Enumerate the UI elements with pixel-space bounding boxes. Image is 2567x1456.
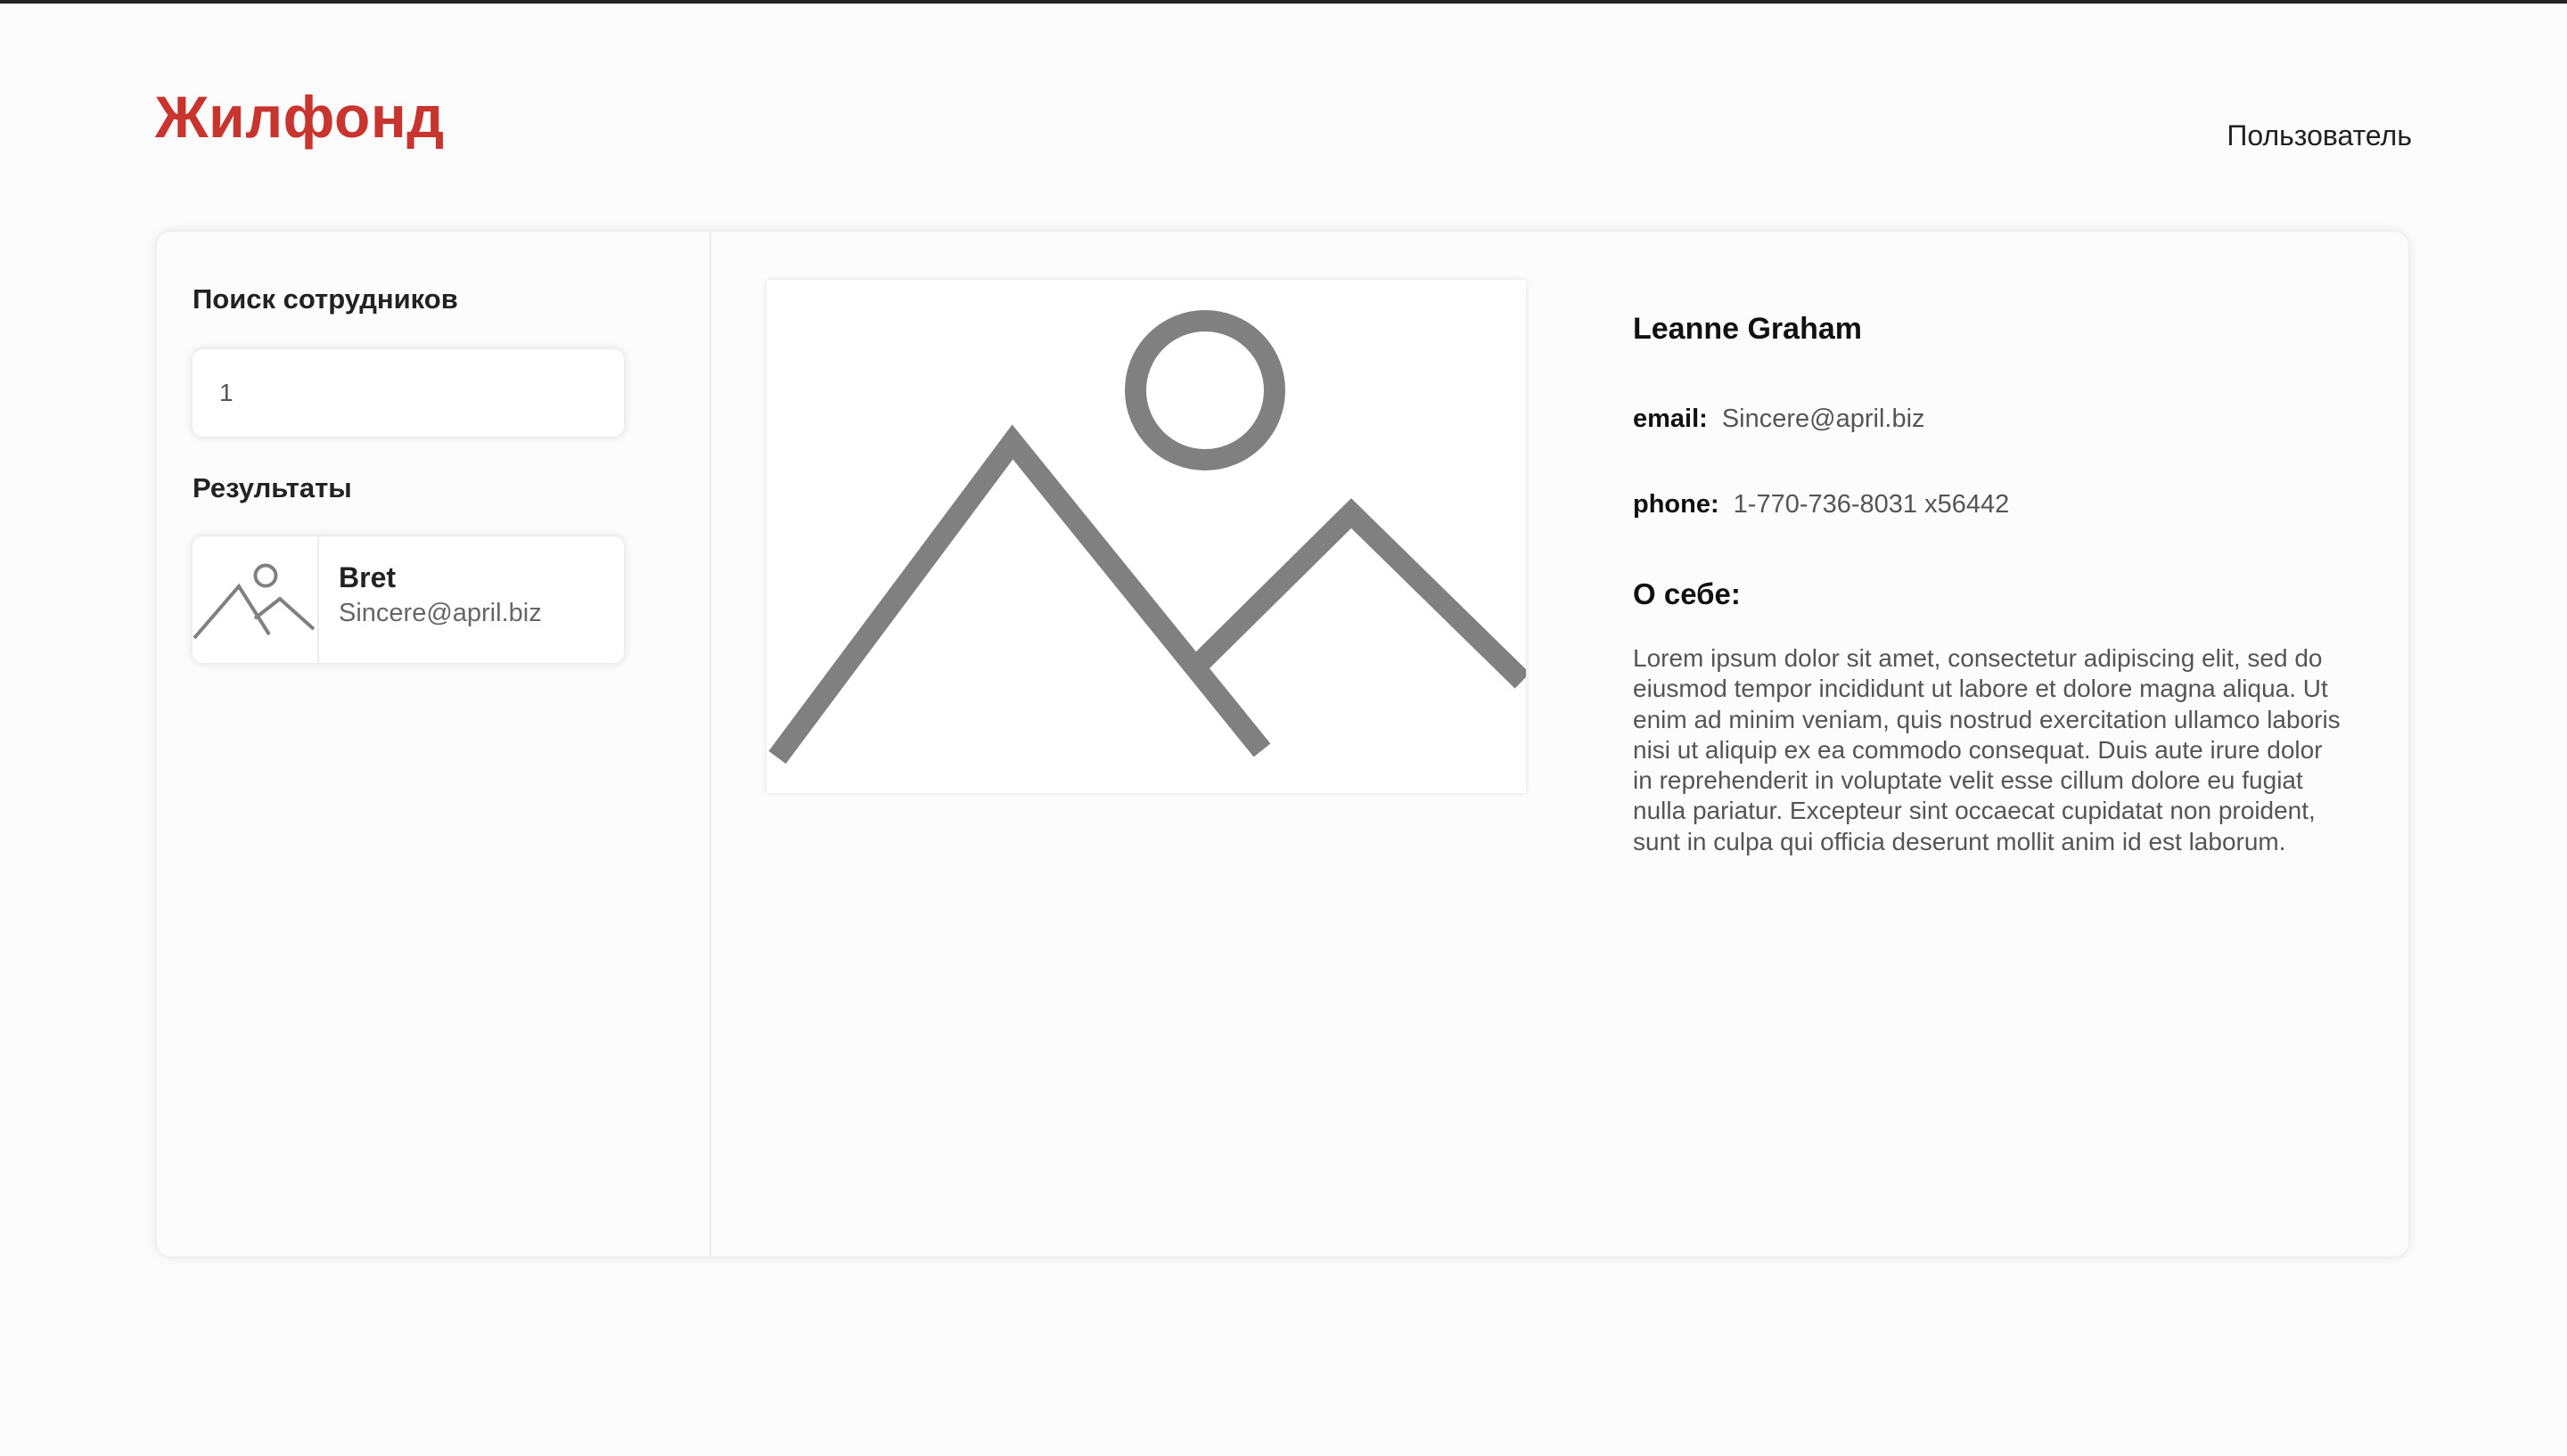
search-sidebar: Поиск сотрудников Результаты Bret Sincer…: [157, 232, 711, 1256]
logo[interactable]: Жилфонд: [155, 87, 445, 146]
email-label: email:: [1633, 405, 1708, 433]
image-placeholder-icon: [768, 310, 1526, 765]
search-title: Поиск сотрудников: [193, 283, 458, 315]
result-item[interactable]: Bret Sincere@april.biz: [193, 536, 624, 663]
result-name: Bret: [339, 561, 397, 593]
profile-photo-placeholder: [767, 280, 1526, 793]
search-input[interactable]: [193, 349, 624, 437]
about-text: Lorem ipsum dolor sit amet, consectetur …: [1633, 644, 2341, 855]
image-placeholder-icon: [193, 536, 319, 663]
profile-name: Leanne Graham: [1633, 312, 1862, 346]
phone-label: phone:: [1633, 490, 1719, 519]
email-value: Sincere@april.biz: [1721, 405, 1925, 433]
result-email: Sincere@april.biz: [339, 599, 542, 627]
email-row: email: Sincere@april.biz: [1633, 406, 1925, 432]
results-title: Результаты: [193, 472, 352, 503]
phone-row: phone: 1-770-736-8031 x56442: [1633, 492, 2009, 518]
user-menu-link[interactable]: Пользователь: [2227, 121, 2412, 150]
main-card: Поиск сотрудников Результаты Bret Sincer…: [157, 232, 2408, 1256]
phone-value: 1-770-736-8031 x56442: [1733, 490, 2010, 519]
top-border: [0, 0, 2567, 4]
about-title: О себе:: [1633, 577, 1741, 610]
